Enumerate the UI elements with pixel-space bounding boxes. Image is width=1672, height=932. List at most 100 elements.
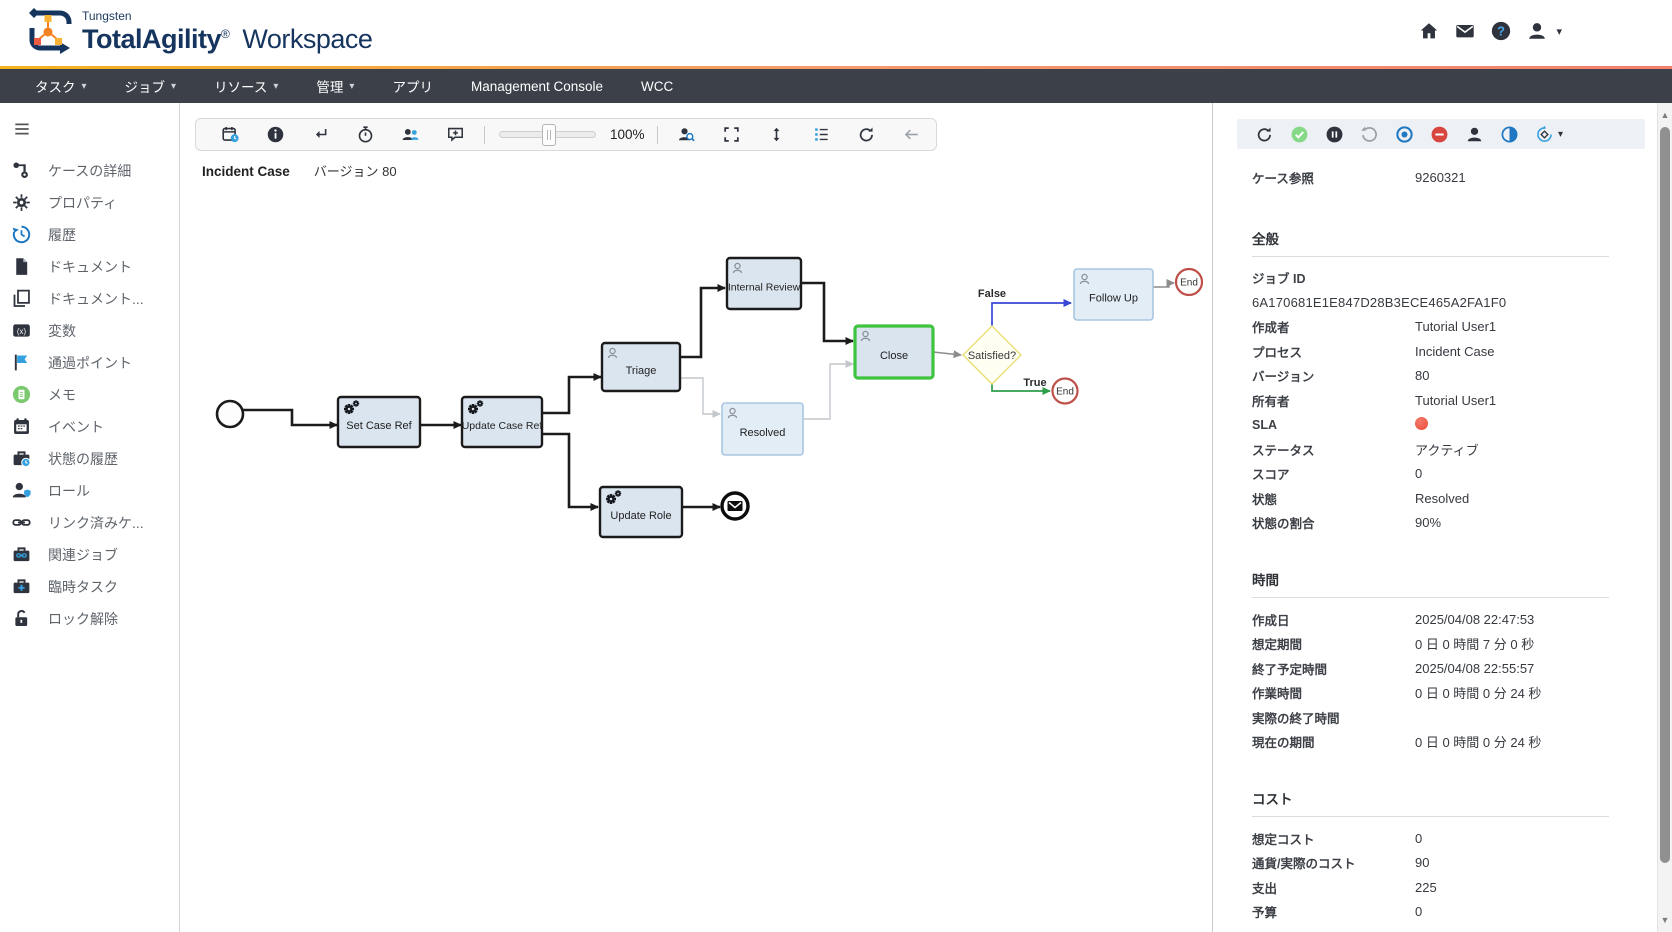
people-icon[interactable]	[401, 125, 421, 145]
refresh-icon[interactable]	[856, 125, 876, 145]
mail-icon[interactable]	[1452, 18, 1478, 44]
svg-text:(x): (x)	[17, 327, 27, 336]
stopwatch-icon[interactable]	[356, 125, 376, 145]
sidebar-item-adhoc-task[interactable]: 臨時タスク	[0, 571, 179, 603]
task-internal-review[interactable]: Internal Review	[727, 258, 801, 309]
task-update-case-ref[interactable]: Update Case Ref	[462, 397, 543, 447]
fit-vertical-icon[interactable]	[766, 125, 786, 145]
sequence-flow[interactable]	[542, 377, 601, 413]
sidebar-item-history[interactable]: 履歴	[0, 219, 179, 251]
user-menu-caret-icon[interactable]: ▾	[1556, 25, 1562, 38]
sidebar-item-variables[interactable]: (x) 変数	[0, 315, 179, 347]
field-row: 想定期間0 日 0 時間 7 分 0 秒	[1252, 632, 1609, 657]
sidebar-item-label: 変数	[48, 321, 76, 341]
sidebar-item-gear[interactable]: プロパティ	[0, 187, 179, 219]
sidebar-item-calendar[interactable]: イベント	[0, 411, 179, 443]
sequence-flow[interactable]	[992, 303, 1071, 326]
record-circle-icon[interactable]	[1395, 124, 1415, 144]
task-follow-up[interactable]: Follow Up	[1074, 269, 1153, 320]
sequence-flow[interactable]	[803, 364, 853, 419]
check-circle-icon[interactable]	[1290, 124, 1310, 144]
task-label: Resolved	[740, 427, 786, 439]
caret-down-icon: ▾	[349, 81, 354, 92]
field-value: 6A170681E1E847D28B3ECE465A2FA1F0	[1252, 290, 1609, 315]
sequence-flow[interactable]	[933, 352, 961, 355]
sequence-flow[interactable]	[680, 288, 725, 357]
message-end-event[interactable]	[722, 493, 748, 519]
end-event-2[interactable]: End	[1053, 379, 1078, 404]
undo-icon[interactable]	[1360, 124, 1380, 144]
brand: Tungsten TotalAgility® Workspace	[26, 6, 372, 56]
sidebar-item-document[interactable]: ドキュメント	[0, 251, 179, 283]
sidebar-item-unlock[interactable]: ロック解除	[0, 603, 179, 635]
person-search-icon[interactable]	[676, 125, 696, 145]
minus-circle-icon[interactable]	[1430, 124, 1450, 144]
home-icon[interactable]	[1416, 18, 1442, 44]
sidebar-item-documents[interactable]: ドキュメント...	[0, 283, 179, 315]
scroll-up-arrow-icon[interactable]: ▲	[1658, 107, 1672, 123]
comment-add-icon[interactable]	[446, 125, 466, 145]
help-icon[interactable]: ?	[1488, 18, 1514, 44]
sidebar-item-note[interactable]: メモ	[0, 379, 179, 411]
field-label: SLA	[1252, 418, 1415, 432]
zoom-slider-handle[interactable]	[542, 124, 556, 146]
sidebar-item-role[interactable]: ロール	[0, 475, 179, 507]
case-details-icon	[11, 160, 33, 182]
sidebar-item-link[interactable]: リンク済みケ...	[0, 507, 179, 539]
sequence-flow[interactable]	[680, 378, 720, 414]
start-event[interactable]	[217, 401, 243, 427]
gateway-satisfied[interactable]: Satisfied?	[963, 326, 1021, 384]
pause-circle-icon[interactable]	[1325, 124, 1345, 144]
scrollbar-thumb[interactable]	[1660, 127, 1670, 863]
end-event-1[interactable]: End	[1176, 269, 1202, 295]
info-icon[interactable]	[266, 125, 286, 145]
panel-section-1: 全般ジョブ ID6A170681E1E847D28B3ECE465A2FA1F0…	[1252, 228, 1609, 536]
nav-item-1[interactable]: タスク▾	[16, 69, 106, 103]
task-triage[interactable]: Triage	[602, 343, 680, 391]
nav-item-5[interactable]: アプリ	[373, 69, 452, 103]
task-update-role[interactable]: Update Role	[600, 487, 682, 537]
sidebar-item-state-history[interactable]: 状態の履歴	[0, 443, 179, 475]
field-row: 所有者Tutorial User1	[1252, 388, 1609, 413]
sequence-flow[interactable]	[542, 434, 598, 507]
sidebar-item-flag[interactable]: 通過ポイント	[0, 347, 179, 379]
list-icon[interactable]	[811, 125, 831, 145]
sidebar-item-label: ロール	[48, 481, 90, 501]
task-resolved[interactable]: Resolved	[722, 403, 803, 455]
nav-item-7[interactable]: WCC	[622, 69, 692, 103]
person-icon[interactable]	[1465, 124, 1485, 144]
nav-item-4[interactable]: 管理▾	[297, 69, 373, 103]
user-icon[interactable]	[1524, 18, 1550, 44]
diamond-refresh-icon[interactable]	[1535, 124, 1555, 144]
fit-screen-icon[interactable]	[721, 125, 741, 145]
field-value: 0 日 0 時間 0 分 24 秒	[1415, 732, 1609, 751]
restart-menu-caret-icon[interactable]: ▾	[1558, 129, 1563, 140]
sequence-flow[interactable]	[1153, 283, 1174, 287]
back-icon[interactable]	[901, 125, 921, 145]
brand-totalagility: TotalAgility	[82, 24, 221, 54]
brand-tungsten: Tungsten	[82, 9, 372, 23]
related-jobs-icon	[11, 544, 33, 566]
zoom-slider[interactable]	[499, 131, 596, 138]
schedule-icon[interactable]	[221, 125, 241, 145]
sidebar-item-case-details[interactable]: ケースの詳細	[0, 155, 179, 187]
sidebar-item-related-jobs[interactable]: 関連ジョブ	[0, 539, 179, 571]
hamburger-menu-icon[interactable]	[12, 119, 36, 141]
field-value: 80	[1415, 368, 1609, 383]
task-label: Close	[880, 350, 908, 362]
sequence-flow[interactable]	[801, 283, 853, 341]
vertical-scrollbar[interactable]: ▲ ▼	[1657, 103, 1672, 932]
sequence-flow[interactable]	[243, 410, 337, 425]
half-circle-icon[interactable]	[1500, 124, 1520, 144]
nav-item-2[interactable]: ジョブ▾	[106, 69, 196, 103]
process-diagram[interactable]: FalseTrueSet Case RefUpdate Case RefTria…	[180, 103, 1213, 932]
return-icon[interactable]	[311, 125, 331, 145]
refresh-icon[interactable]	[1255, 124, 1275, 144]
nav-item-6[interactable]: Management Console	[452, 69, 622, 103]
task-label: Update Role	[610, 510, 671, 522]
task-set-case-ref[interactable]: Set Case Ref	[338, 397, 420, 447]
field-value: 2025/04/08 22:47:53	[1415, 612, 1609, 627]
nav-item-3[interactable]: リソース▾	[195, 69, 297, 103]
task-close[interactable]: Close	[855, 326, 933, 378]
scroll-down-arrow-icon[interactable]: ▼	[1658, 912, 1672, 928]
